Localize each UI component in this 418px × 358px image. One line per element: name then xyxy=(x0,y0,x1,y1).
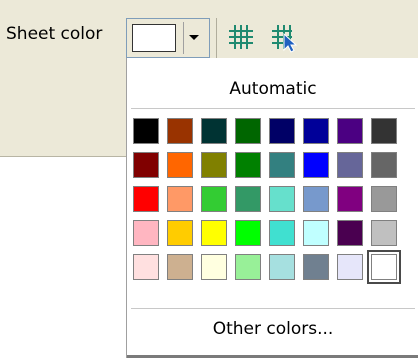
color-swatch-option[interactable] xyxy=(269,186,295,212)
grid-icon xyxy=(229,25,253,49)
color-swatch-option[interactable] xyxy=(133,220,159,246)
panel-background xyxy=(0,78,126,157)
color-swatch-option[interactable] xyxy=(269,254,295,280)
color-picker-popup: Automatic Other colors... xyxy=(126,58,418,358)
color-swatch-option[interactable] xyxy=(367,250,401,284)
color-swatch-option[interactable] xyxy=(337,118,363,144)
popup-separator-bottom xyxy=(131,308,415,309)
color-swatch-option[interactable] xyxy=(201,254,227,280)
color-swatch-option[interactable] xyxy=(167,118,193,144)
color-swatch-option[interactable] xyxy=(133,254,159,280)
color-swatch-option[interactable] xyxy=(337,220,363,246)
color-swatch-option[interactable] xyxy=(337,152,363,178)
color-swatch-option[interactable] xyxy=(235,220,261,246)
color-swatch-option[interactable] xyxy=(371,118,397,144)
color-swatch-option[interactable] xyxy=(371,186,397,212)
color-swatch-option[interactable] xyxy=(167,186,193,212)
color-swatch-option[interactable] xyxy=(167,254,193,280)
color-swatch-option[interactable] xyxy=(303,186,329,212)
color-swatch-option[interactable] xyxy=(303,152,329,178)
color-palette xyxy=(133,118,413,288)
color-swatch-option[interactable] xyxy=(133,152,159,178)
gridline-select-button[interactable] xyxy=(268,21,300,53)
color-swatch-option[interactable] xyxy=(269,118,295,144)
dropdown-separator xyxy=(183,22,184,54)
color-swatch-option[interactable] xyxy=(167,152,193,178)
popup-separator-top xyxy=(131,108,415,109)
color-swatch-option[interactable] xyxy=(337,186,363,212)
color-swatch-option[interactable] xyxy=(235,186,261,212)
palette-row xyxy=(133,220,413,246)
toolbar-separator xyxy=(216,18,217,58)
grid-cursor-icon xyxy=(272,25,298,53)
current-color-swatch xyxy=(132,24,176,52)
color-swatch-option[interactable] xyxy=(371,152,397,178)
color-swatch-option[interactable] xyxy=(269,152,295,178)
palette-row xyxy=(133,250,413,284)
color-swatch-option[interactable] xyxy=(371,220,397,246)
color-swatch-option[interactable] xyxy=(269,220,295,246)
palette-row xyxy=(133,118,413,144)
color-swatch-option[interactable] xyxy=(235,118,261,144)
sheet-color-dropdown[interactable] xyxy=(126,18,210,58)
color-swatch-option[interactable] xyxy=(303,118,329,144)
color-swatch-option[interactable] xyxy=(303,220,329,246)
color-swatch-option[interactable] xyxy=(201,152,227,178)
palette-row xyxy=(133,186,413,212)
sheet-color-label: Sheet color xyxy=(6,24,103,44)
color-swatch-option[interactable] xyxy=(133,118,159,144)
chevron-down-icon[interactable] xyxy=(189,35,199,40)
color-swatch-option[interactable] xyxy=(201,118,227,144)
color-swatch-option[interactable] xyxy=(303,254,329,280)
color-swatch-option[interactable] xyxy=(167,220,193,246)
automatic-color-option[interactable]: Automatic xyxy=(137,74,409,104)
other-colors-option[interactable]: Other colors... xyxy=(137,314,409,344)
show-gridlines-button[interactable] xyxy=(225,21,257,53)
color-swatch-option[interactable] xyxy=(133,186,159,212)
color-swatch-option[interactable] xyxy=(201,186,227,212)
color-swatch-option[interactable] xyxy=(201,220,227,246)
color-swatch-option[interactable] xyxy=(235,152,261,178)
color-swatch-option[interactable] xyxy=(235,254,261,280)
palette-row xyxy=(133,152,413,178)
color-swatch-option[interactable] xyxy=(337,254,363,280)
